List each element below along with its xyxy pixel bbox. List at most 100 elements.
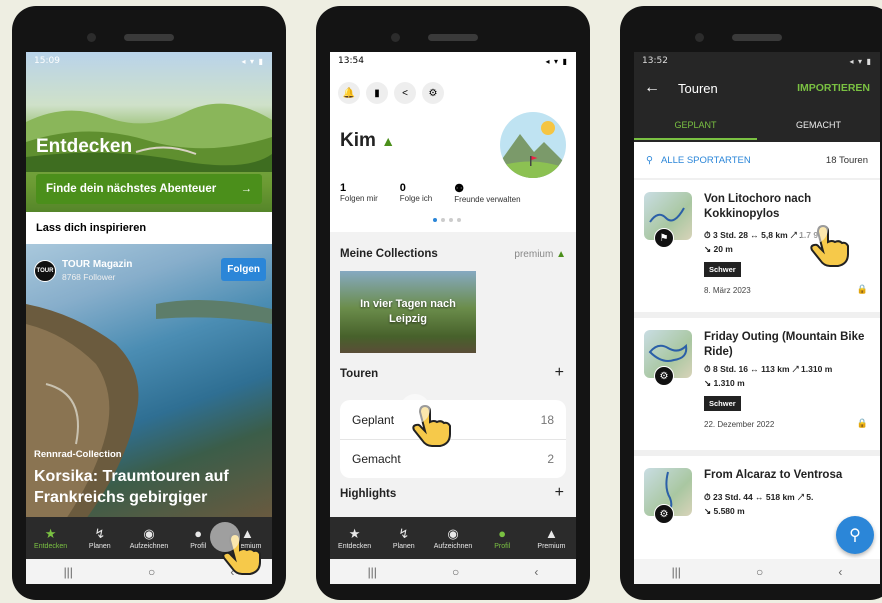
settings-icon[interactable]: ⚙ [422,82,444,104]
profile-body: Meine Collections premium ▲ In vier Tage… [330,232,576,520]
tour-stats: ⏱ 23 Std. 44 ↔ 518 km ↗ 5. [704,492,814,502]
stats-icon[interactable]: ▮ [366,82,388,104]
add-tour-icon[interactable]: + [555,364,564,382]
tab-geplant[interactable]: GEPLANT [634,112,757,140]
collections-heading: Meine Collections [340,248,438,260]
nav-label: Aufzeichnen [433,542,473,550]
nav-planen[interactable]: ↯ Planen [75,517,124,559]
lock-icon: 🔒 [856,418,868,428]
screen-title: Touren [678,80,718,96]
bell-icon[interactable]: 🔔 [338,82,360,104]
home-button[interactable]: ○ [756,565,763,579]
collection-card[interactable]: In vier Tagen nach Leipzig [340,271,476,353]
stat-following[interactable]: 0 Folge ich [400,182,432,204]
arrow-right-icon: → [240,183,253,195]
story-card[interactable]: TOUR TOUR Magazin 8768 Follower Folgen R… [26,244,272,519]
share-icon[interactable]: < [394,82,416,104]
status-time: 15:09 [34,56,60,66]
tour-count: 18 Touren [825,154,868,166]
screen-touren: 13:52 ◂ ▾ ▮ ← Touren IMPORTIEREN GEPLANT… [634,52,880,584]
tap-hand-icon [400,394,454,448]
back-arrow-icon[interactable]: ← [644,79,670,97]
home-button[interactable]: ○ [452,565,459,579]
nav-label: Entdecken [34,542,68,550]
recents-button[interactable]: ||| [64,565,73,579]
stat-followers[interactable]: 1 Folgen mir [340,182,378,204]
nav-label: Premium [537,542,566,550]
add-highlight-icon[interactable]: + [555,484,564,502]
status-icons: ◂ ▾ ▮ [545,56,568,66]
find-adventure-button[interactable]: Finde dein nächstes Abenteuer → [36,174,262,204]
follow-button[interactable]: Folgen [221,258,266,281]
status-time: 13:54 [338,56,364,66]
profile-stats: 1 Folgen mir 0 Folge ich ⚉ Freunde verwalte… [340,182,521,204]
nav-entdecken[interactable]: ★ Entdecken [330,517,379,559]
bike-icon: ⚙ [654,504,674,524]
tree-icon: ▲ [381,133,396,149]
nav-premium[interactable]: ▲ Premium [527,517,576,559]
nav-aufzeichnen[interactable]: ◉ Aufzeichnen [124,517,173,559]
premium-label: premium [514,249,554,260]
tab-gemacht[interactable]: GEMACHT [757,112,880,140]
highlights-heading: Highlights [340,488,397,500]
row-count: 18 [540,412,554,427]
import-button[interactable]: IMPORTIEREN [797,82,870,94]
stat-label: Freunde verwalten [454,195,521,204]
tour-title: Von Litochoro nach Kokkinopylos [704,193,812,220]
nav-label: Planen [88,542,111,550]
tour-item[interactable]: ⚙ Friday Outing (Mountain Bike Ride) ⏱ 8… [634,318,880,450]
home-button[interactable]: ○ [148,565,155,579]
publisher-avatar[interactable]: TOUR [34,260,56,282]
status-icons: ◂ ▾ ▮ [849,56,872,66]
tour-tabs: GEPLANT GEMACHT [634,112,880,140]
tour-descent: ↘ 1.310 m [704,378,745,388]
tours-heading: Touren [340,368,379,380]
row-label: Gemacht [352,452,401,466]
nav-label: Profil [190,542,207,550]
manage-friends[interactable]: ⚉ Freunde verwalten [454,182,520,204]
tour-title: From Alcaraz to Ventrosa [704,469,843,481]
page-indicator [433,218,461,222]
person-icon: ● [194,525,203,541]
search-fab[interactable]: ⚲ [836,516,874,554]
app-header: 13:52 ◂ ▾ ▮ ← Touren IMPORTIEREN GEPLANT… [634,52,880,142]
star-icon: ★ [348,525,361,541]
tree-icon: ▲ [556,249,566,260]
tree-icon: ▲ [544,525,558,541]
stat-value: 1 [340,182,347,194]
route-icon: ↯ [94,525,106,541]
record-icon: ◉ [143,525,155,541]
mtb-icon: ⚙ [654,366,674,386]
nav-profil[interactable]: ● Profil [478,517,527,559]
phone-camera [391,33,400,42]
recents-button[interactable]: ||| [672,565,681,579]
back-button[interactable]: ‹ [838,565,842,579]
tour-date: 22. Dezember 2022 [704,420,775,429]
page-title: Entdecken [36,136,133,157]
nav-aufzeichnen[interactable]: ◉ Aufzeichnen [428,517,477,559]
route-icon: ↯ [398,525,410,541]
tap-hand-icon [798,214,852,268]
nav-planen[interactable]: ↯ Planen [379,517,428,559]
back-button[interactable]: ‹ [534,565,538,579]
story-category: Rennrad-Collection [34,449,122,460]
section-heading: Lass dich inspirieren [26,212,272,244]
publisher-name[interactable]: TOUR Magazin [62,259,132,270]
screen-profil: 13:54 ◂ ▾ ▮ 🔔 ▮ < ⚙ Kim ▲ 1 Folgen mir 0F… [330,52,576,584]
bottom-nav: ★ Entdecken ↯ Planen ◉ Aufzeichnen ● Profil … [330,517,576,559]
phone-camera [695,33,704,42]
nav-label: Aufzeichnen [129,542,169,550]
person-icon: ● [498,525,507,541]
story-headline[interactable]: Korsika: Traumtouren auf Frankreichs geb… [34,466,264,508]
status-bar: 13:52 ◂ ▾ ▮ [634,52,880,70]
nav-label: Planen [392,542,415,550]
shoe-icon: ⚲ [646,154,653,166]
recents-button[interactable]: ||| [368,565,377,579]
sport-filter[interactable]: ⚲ ALLE SPORTARTEN 18 Touren [634,142,880,178]
profile-name-text: Kim [340,130,376,151]
profile-name: Kim ▲ [340,130,395,152]
phone-speaker [428,34,478,41]
stat-label: Folgen mir [340,194,378,203]
nav-entdecken[interactable]: ★ Entdecken [26,517,75,559]
profile-avatar[interactable] [500,112,566,178]
